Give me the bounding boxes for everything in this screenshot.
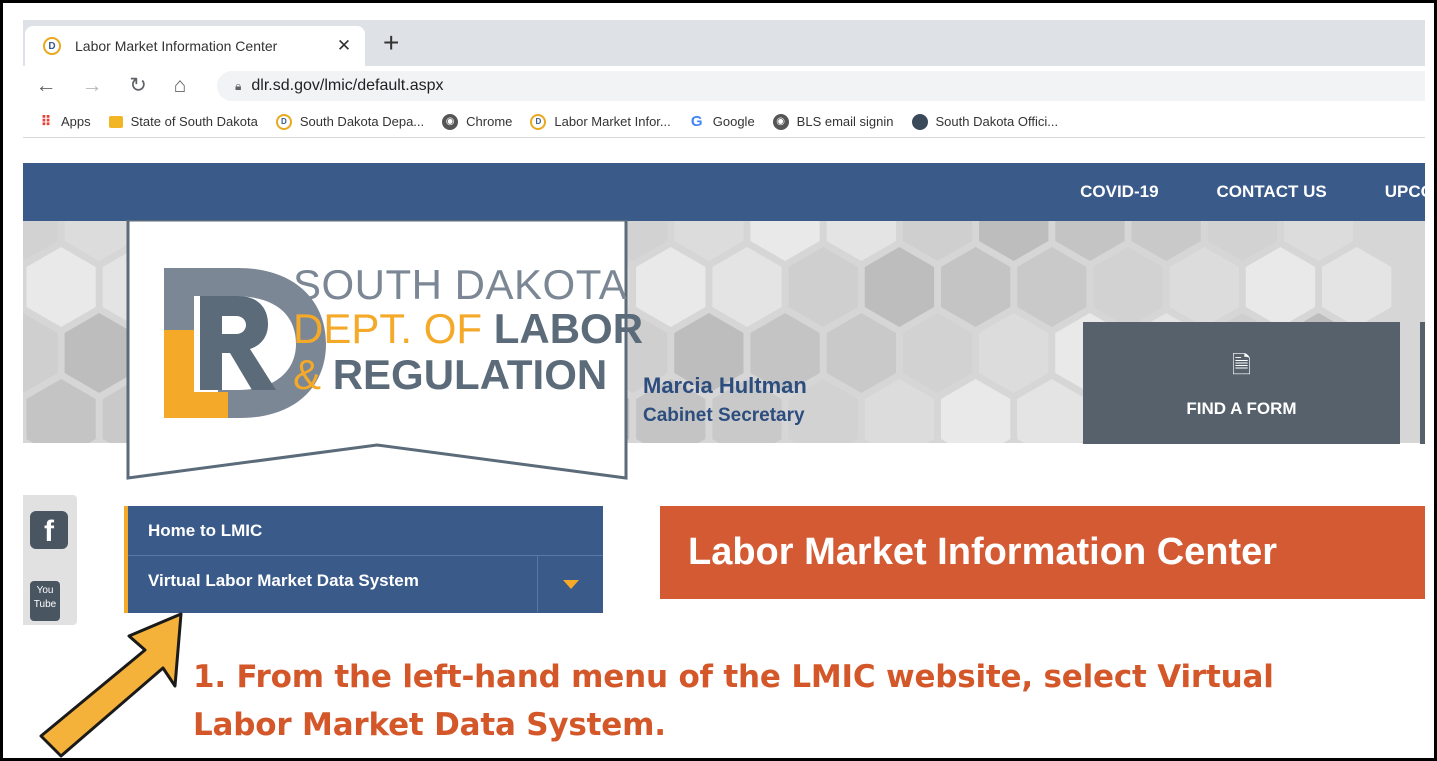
menu-item-home-to-lmic[interactable]: Home to LMIC (128, 506, 603, 556)
bookmark-state-of-south-dakota[interactable]: State of South Dakota (108, 114, 258, 129)
hexagon-shape (23, 313, 58, 393)
bookmark-chrome[interactable]: ◉ Chrome (442, 113, 513, 130)
tab-title: Labor Market Information Center (75, 38, 278, 54)
next-hero-tile[interactable] (1420, 322, 1425, 444)
hexagon-shape (1245, 247, 1316, 327)
hexagon-shape (1017, 379, 1087, 443)
secretary-name: Marcia Hultman (643, 373, 807, 398)
apps-grid-icon: ⠿ (40, 113, 52, 129)
page-title-banner: Labor Market Information Center (660, 506, 1425, 599)
bookmark-labor-market[interactable]: D Labor Market Infor... (530, 113, 671, 130)
menu-item-virtual-labor-market-data-system[interactable]: Virtual Labor Market Data System (128, 556, 603, 612)
secretary-title: Cabinet Secretary (643, 405, 805, 426)
google-icon: G (690, 113, 703, 130)
browser-screenshot: D Labor Market Information Center ✕ + ← … (23, 20, 1425, 758)
find-a-form-label: FIND A FORM (1186, 398, 1297, 418)
bookmark-label: BLS email signin (796, 114, 894, 129)
dlr-icon: D (530, 113, 547, 130)
logo-line-2b: LABOR (493, 305, 644, 352)
new-tab-button[interactable]: + (383, 28, 399, 58)
hexagon-shape (788, 247, 858, 327)
left-menu: Home to LMIC Virtual Labor Market Data S… (124, 506, 603, 613)
site-top-nav: COVID-19 CONTACT US UPCOMIN (23, 163, 1425, 221)
hexagon-shape (26, 247, 96, 327)
tab-strip: D Labor Market Information Center ✕ + (23, 20, 1425, 66)
sd-seal-icon (911, 113, 928, 130)
hexagon-shape (64, 313, 134, 393)
social-sidebar: f You Tube (23, 495, 77, 625)
hexagon-shape (941, 247, 1011, 327)
folder-icon (108, 115, 123, 128)
hexagon-shape (674, 221, 744, 261)
hexagon-shape (712, 247, 782, 327)
pointer-arrow-icon (39, 612, 183, 758)
hexagon-shape (1169, 247, 1239, 327)
address-row: ← → ↻ ⌂ 🔒︎ dlr.sd.gov/lmic/default.aspx (23, 66, 1425, 106)
forward-arrow-icon[interactable]: → (79, 72, 105, 100)
find-a-form-button[interactable]: 🗎︎ FIND A FORM (1083, 322, 1400, 444)
bookmark-south-dakota-dept[interactable]: D South Dakota Depa... (275, 113, 425, 130)
home-icon[interactable]: ⌂ (167, 72, 193, 100)
globe-icon: ◉ (442, 113, 459, 130)
bookmark-label: Chrome (466, 114, 513, 129)
bookmark-label: State of South Dakota (130, 114, 258, 129)
facebook-icon[interactable]: f (30, 511, 68, 549)
lock-icon: 🔒︎ (235, 78, 242, 93)
logo-wordmark: SOUTH DAKOTA DEPT. OF LABOR & REGULATION (293, 264, 643, 396)
bookmark-apps[interactable]: ⠿ Apps (37, 113, 91, 130)
document-icon: 🗎︎ (1231, 351, 1252, 379)
instruction-line-1: 1. From the left-hand menu of the LMIC w… (193, 659, 1274, 695)
bookmark-google[interactable]: G Google (689, 113, 755, 130)
hexagon-shape (26, 379, 96, 443)
logo-line-1: SOUTH DAKOTA (293, 261, 628, 308)
reload-icon[interactable]: ↻ (125, 72, 151, 100)
hexagon-shape (750, 221, 820, 261)
logo-line-2: DEPT. OF LABOR (293, 308, 643, 350)
globe-icon: ◉ (772, 113, 789, 130)
bookmark-label: Labor Market Infor... (554, 114, 671, 129)
bookmark-label: South Dakota Depa... (299, 114, 425, 129)
nav-covid-19[interactable]: COVID-19 (1080, 182, 1158, 202)
instruction-line-2: Labor Market Data System. (193, 707, 666, 743)
hexagon-shape (1131, 221, 1201, 261)
bookmarks-bar: ⠿ Apps State of South Dakota D South Dak… (23, 106, 1425, 138)
hexagon-shape (864, 247, 935, 327)
logo-line-2a: DEPT. OF (293, 305, 494, 352)
logo-line-3b: REGULATION (332, 351, 608, 398)
hexagon-shape (1322, 247, 1392, 327)
youtube-line-1: You (36, 585, 54, 596)
bookmark-bls-email[interactable]: ◉ BLS email signin (772, 113, 894, 130)
menu-item-label: Virtual Labor Market Data System (148, 571, 419, 590)
url-text: dlr.sd.gov/lmic/default.aspx (251, 77, 444, 94)
logo-line-3: & REGULATION (293, 354, 643, 396)
hexagon-shape (1017, 247, 1087, 327)
tutorial-frame: D Labor Market Information Center ✕ + ← … (0, 0, 1437, 761)
dlr-icon: D (275, 113, 292, 130)
logo-line-3a: & (293, 351, 333, 398)
bookmark-south-dakota-official[interactable]: South Dakota Offici... (911, 113, 1059, 130)
nav-upcoming[interactable]: UPCOMIN (1385, 182, 1425, 202)
bookmark-label: Google (712, 114, 755, 129)
secretary-block: Marcia Hultman Cabinet Secretary (643, 373, 807, 427)
hexagon-shape (864, 379, 935, 443)
dlr-favicon-icon: D (43, 37, 61, 55)
expand-caret-icon[interactable] (537, 556, 603, 612)
hexagon-shape (902, 313, 973, 393)
bookmark-label: Apps (61, 114, 91, 129)
browser-tab[interactable]: D Labor Market Information Center ✕ (25, 26, 365, 66)
hexagon-shape (979, 313, 1049, 393)
hexagon-shape (1093, 247, 1163, 327)
close-tab-icon[interactable]: ✕ (335, 36, 353, 56)
back-arrow-icon[interactable]: ← (33, 72, 59, 100)
hexagon-shape (941, 379, 1011, 443)
hexagon-shape (636, 247, 706, 327)
bookmark-label: South Dakota Offici... (935, 114, 1059, 129)
instruction-text: 1. From the left-hand menu of the LMIC w… (193, 653, 1393, 749)
menu-item-label: Home to LMIC (148, 520, 263, 540)
hexagon-shape (826, 313, 896, 393)
address-bar[interactable]: 🔒︎ dlr.sd.gov/lmic/default.aspx (217, 71, 1425, 101)
nav-contact-us[interactable]: CONTACT US (1217, 182, 1327, 202)
